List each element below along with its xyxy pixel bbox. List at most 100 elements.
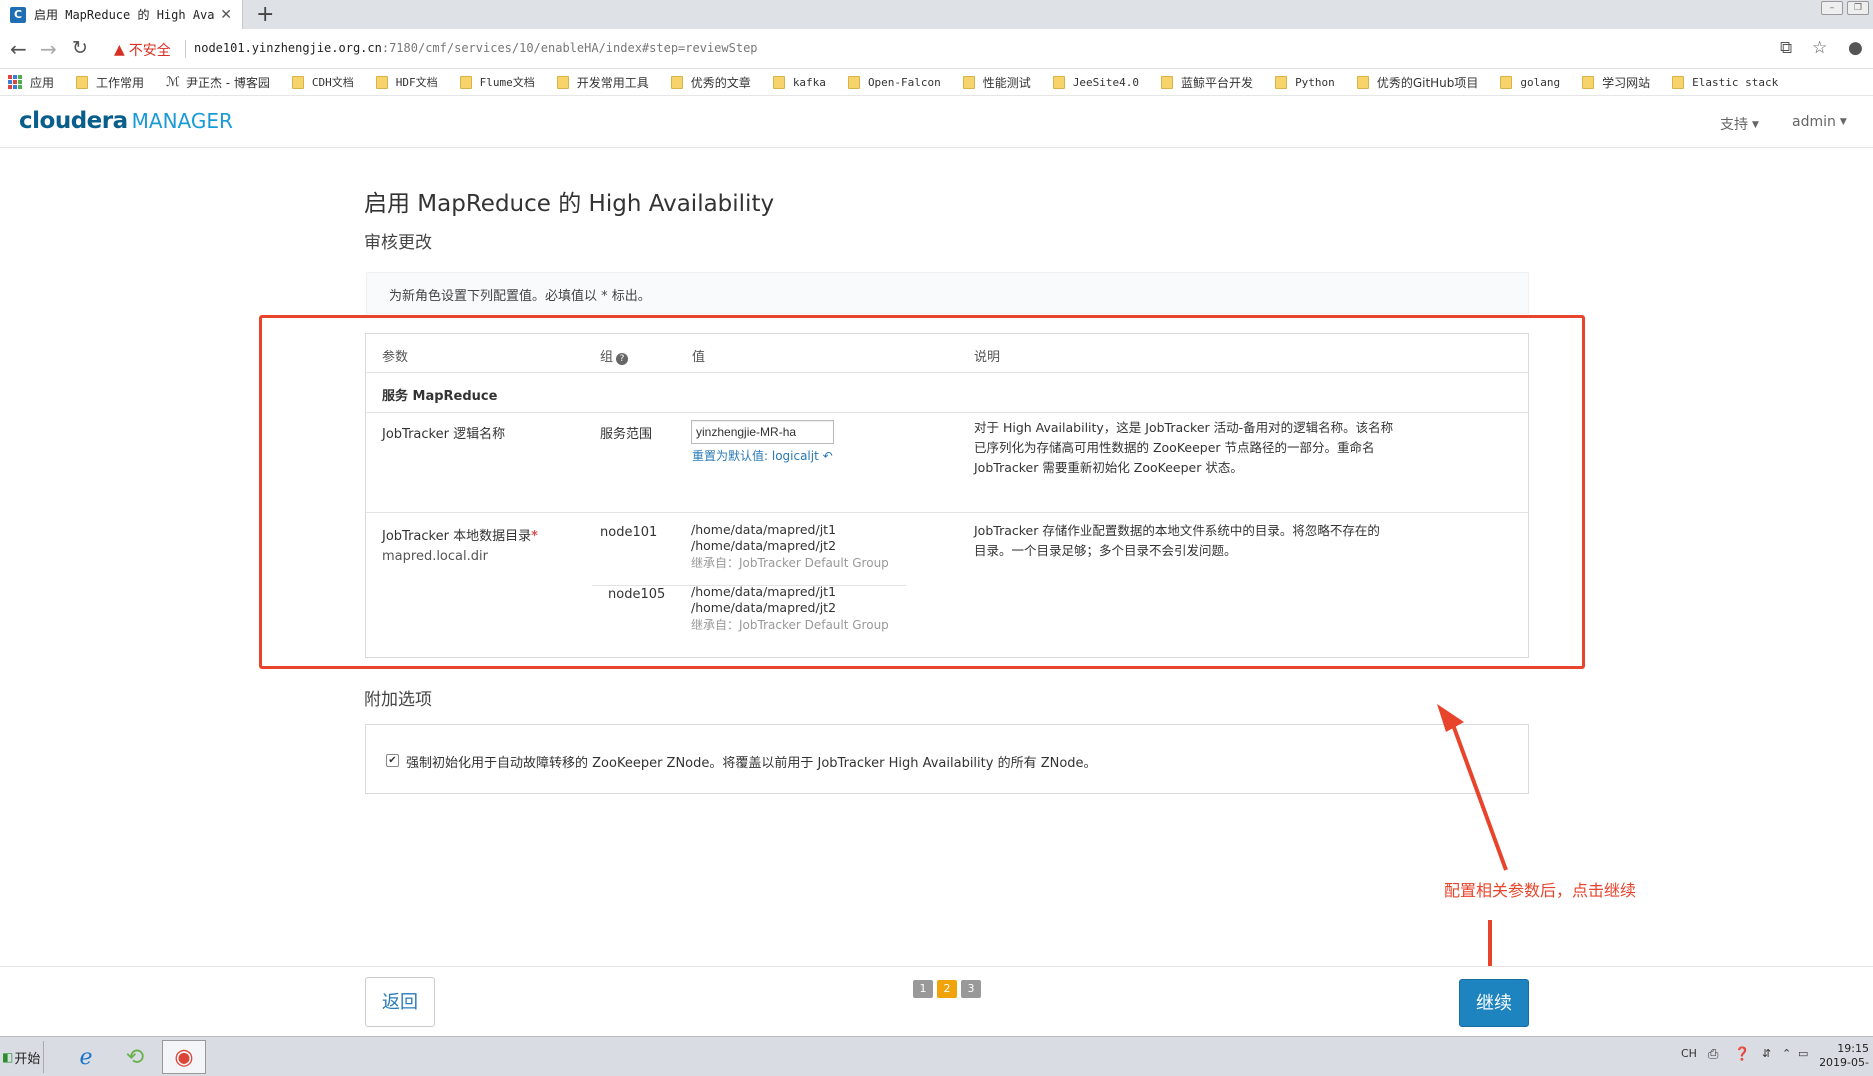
tab-title: 启用 MapReduce 的 High Avail… [34,8,215,22]
vsphere-client-icon[interactable]: ⟲ [113,1040,157,1074]
blog-icon: ℳ [166,74,180,90]
caret-down-icon: ▼ [1839,117,1847,127]
bookmark-item[interactable]: Open-Falcon [847,75,941,89]
folder-icon [962,75,975,89]
system-clock[interactable]: 19:15 2019-05- [1819,1042,1869,1070]
bookmark-item[interactable]: 工作常用 [76,74,144,91]
folder-icon [291,75,304,89]
minimize-icon[interactable]: – [1821,1,1843,15]
bookmark-label: 优秀的文章 [690,75,751,90]
bookmark-label: Open-Falcon [867,75,941,89]
bookmark-label: 应用 [30,75,55,90]
folder-icon [459,75,472,89]
force-init-znode-label[interactable]: 强制初始化用于自动故障转移的 ZooKeeper ZNode。将覆盖以前用于 J… [406,752,1097,771]
forward-arrow-icon[interactable]: → [40,37,57,61]
folder-icon [1500,75,1513,89]
bookmark-item[interactable]: 学习网站 [1582,74,1650,91]
show-hidden-icons-icon[interactable]: ⌃ [1782,1047,1791,1060]
support-menu[interactable]: 支持 ▼ [1720,114,1759,134]
window-controls: – ❐ [1821,1,1869,15]
bookmark-label: JeeSite4.0 [1072,75,1140,89]
wizard-footer: 返回 1 2 3 继续 [0,966,1873,1036]
folder-icon [1356,75,1369,89]
restore-icon[interactable]: ❐ [1847,1,1869,15]
bookmark-star-icon[interactable]: ☆ [1812,38,1827,58]
bookmarks-bar: 应用 工作常用 ℳ 尹正杰 - 博客园 CDH文档 HDF文档 Flume文档 开… [0,69,1873,96]
user-menu[interactable]: admin ▼ [1792,114,1847,130]
new-tab-button[interactable]: + [256,2,274,27]
bookmark-label: HDF文档 [395,76,438,89]
printer-icon[interactable]: ⎙ [1708,1047,1718,1062]
folder-icon [1582,75,1595,89]
help-circle-icon[interactable]: ❓ [1734,1047,1750,1062]
warning-icon: ▲ [114,42,125,58]
bookmark-label: Flume文档 [479,76,535,89]
bookmark-item[interactable]: HDF文档 [375,74,438,90]
clock-date: 2019-05- [1819,1056,1869,1069]
security-indicator[interactable]: ▲ 不安全 [114,40,171,60]
bookmark-apps[interactable]: 应用 [8,74,54,91]
cloudera-manager-logo[interactable]: cloudera MANAGER [19,108,233,134]
address-bar: ← → ↻ ▲ 不安全 node101.yinzhengjie.org.cn:7… [0,29,1873,69]
page-step-3[interactable]: 3 [961,980,981,998]
section-title: 审核更改 [364,233,432,253]
browser-tab[interactable]: C 启用 MapReduce 的 High Avail… ✕ [0,0,243,29]
chrome-browser-icon[interactable]: ◉ [162,1040,206,1074]
folder-icon [847,75,860,89]
info-message: 为新角色设置下列配置值。必填值以 * 标出。 [366,272,1529,314]
bookmark-item[interactable]: Flume文档 [459,74,535,90]
wizard-pager: 1 2 3 [913,980,981,998]
folder-icon [772,75,785,89]
clock-time: 19:15 [1837,1042,1869,1055]
browser-tab-bar: C 启用 MapReduce 的 High Avail… ✕ + – ❐ [0,0,1873,29]
continue-button[interactable]: 继续 [1459,979,1529,1027]
ie-browser-icon[interactable]: ℯ [64,1040,108,1074]
cloudera-favicon-icon: C [10,6,26,23]
page-step-1[interactable]: 1 [913,980,933,998]
folder-icon [556,75,569,89]
start-label: 开始 [14,1051,41,1067]
translate-icon[interactable]: ⧉ [1780,38,1792,58]
app-header: cloudera MANAGER 支持 ▼ admin ▼ [0,96,1873,148]
start-button[interactable]: ◧ 开始 [0,1041,44,1073]
bookmark-label: CDH文档 [311,76,354,89]
profile-icon[interactable]: ● [1848,38,1863,58]
bookmark-item[interactable]: golang [1500,75,1560,89]
url-input[interactable]: node101.yinzhengjie.org.cn:7180/cmf/serv… [194,41,758,55]
bookmark-item[interactable]: 蓝鲸平台开发 [1161,74,1253,91]
bookmark-item[interactable]: 性能测试 [962,74,1031,91]
display-icon[interactable]: ▭ [1798,1047,1808,1060]
force-init-znode-checkbox[interactable]: ✔ [386,754,399,767]
bookmark-label: 蓝鲸平台开发 [1181,75,1254,90]
page-step-2[interactable]: 2 [937,980,957,998]
page-title: 启用 MapReduce 的 High Availability [364,191,775,217]
bookmark-item[interactable]: CDH文档 [291,74,354,90]
security-label: 不安全 [128,43,171,59]
bookmark-label: Python [1295,75,1335,89]
close-tab-icon[interactable]: ✕ [220,7,232,23]
back-button[interactable]: 返回 [365,977,435,1027]
back-arrow-icon[interactable]: ← [10,37,27,61]
bookmark-item[interactable]: 开发常用工具 [556,74,649,91]
bookmark-item[interactable]: Elastic stack [1672,75,1778,89]
bookmark-label: 开发常用工具 [576,75,649,90]
bookmark-label: 工作常用 [96,75,145,90]
folder-icon [1052,75,1065,89]
bookmark-item[interactable]: ℳ 尹正杰 - 博客园 [166,74,270,91]
user-label: admin [1792,114,1836,130]
bookmark-item[interactable]: 优秀的文章 [670,74,751,91]
folder-icon [1275,75,1288,89]
apps-grid-icon [8,75,22,89]
bookmark-label: kafka [792,75,826,89]
input-lang[interactable]: CH [1681,1047,1697,1060]
reload-icon[interactable]: ↻ [72,37,88,59]
bookmark-label: 尹正杰 - 博客园 [185,75,270,90]
network-icon[interactable]: ⇵ [1762,1047,1771,1060]
logo-sub: MANAGER [131,109,233,133]
folder-icon [76,75,89,89]
bookmark-item[interactable]: kafka [772,75,826,89]
bookmark-item[interactable]: Python [1275,75,1335,89]
caret-down-icon: ▼ [1752,120,1759,130]
bookmark-item[interactable]: JeeSite4.0 [1052,75,1140,89]
bookmark-item[interactable]: 优秀的GitHub项目 [1356,74,1478,91]
